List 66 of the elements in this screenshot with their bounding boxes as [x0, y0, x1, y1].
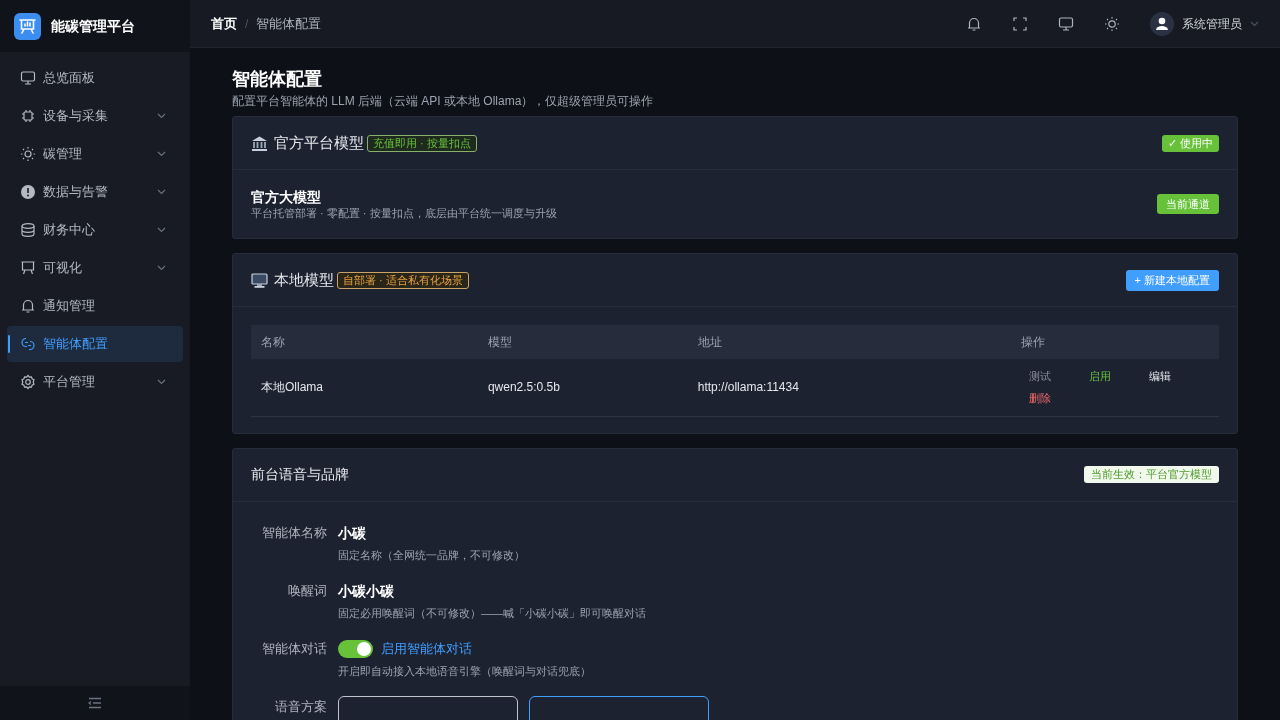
sun-icon [20, 146, 36, 162]
sidebar-item[interactable]: 可视化 [7, 250, 183, 286]
warning-icon [20, 184, 36, 200]
sidebar-item[interactable]: 数据与告警 [7, 174, 183, 210]
bank-icon [251, 134, 268, 152]
monitor-icon [20, 70, 36, 86]
field-value: 小碳小碳 [338, 581, 395, 601]
bell-icon[interactable] [966, 15, 982, 32]
sun-icon[interactable] [1104, 15, 1120, 32]
fullscreen-icon[interactable] [1012, 15, 1028, 32]
model-description: 平台托管部署 · 零配置 · 按量扣点，底层由平台统一调度与升级 [251, 206, 557, 220]
bell-icon [20, 298, 36, 314]
action-link[interactable]: 启用 [1089, 368, 1111, 385]
card-title: 本地模型 [274, 269, 334, 290]
user-name[interactable]: 系统管理员 [1182, 14, 1242, 33]
action-link[interactable]: 测试 [1029, 368, 1051, 385]
column-header: 模型 [477, 325, 688, 359]
table-cell: 本地Ollama [251, 359, 478, 416]
sidebar-item[interactable]: 智能体配置 [7, 326, 183, 362]
action-link[interactable]: 编辑 [1149, 368, 1171, 385]
sidebar-item[interactable]: 财务中心 [7, 212, 183, 248]
sidebar-item[interactable]: 碳管理 [7, 136, 183, 172]
sidebar-item[interactable]: 设备与采集 [7, 98, 183, 134]
logo-icon [14, 12, 41, 40]
database-icon [20, 222, 36, 238]
field-label: 语音方案 [274, 697, 327, 716]
status-badge: 当前生效：平台官方模型 [1084, 466, 1219, 483]
field-label: 唤醒词 [287, 581, 327, 600]
table-cell: http://ollama:11434 [687, 359, 1011, 416]
action-link[interactable]: 删除 [1029, 389, 1051, 407]
chip-icon [20, 108, 36, 124]
monitor-icon[interactable] [1058, 15, 1074, 32]
card-tag: 充值即用 · 按量扣点 [367, 134, 477, 152]
field-hint: 固定必用唤醒词（不可修改）——喊「小碳小碳」即可唤醒对话 [338, 605, 646, 620]
column-header: 操作 [1011, 325, 1219, 359]
avatar-icon[interactable] [1150, 11, 1174, 36]
table-cell: qwen2.5:0.5b [477, 359, 688, 416]
desktop-icon [251, 271, 268, 289]
status-badge: ✓ 使用中 [1161, 134, 1219, 152]
easel-icon [20, 260, 36, 276]
toggle-switch[interactable] [338, 639, 373, 658]
breadcrumb-item[interactable]: 首页 [211, 13, 237, 34]
card-tag: 自部署 · 适合私有化场景 [337, 271, 469, 289]
sidebar-item[interactable]: 平台管理 [7, 364, 183, 400]
column-header: 地址 [687, 325, 1011, 359]
breadcrumb-separator: / [245, 15, 249, 33]
column-header: 名称 [251, 325, 478, 359]
field-value: 小碳 [338, 523, 367, 543]
sidebar-item[interactable]: 总览面板 [7, 60, 183, 96]
toggle-label: 启用智能体对话 [381, 639, 472, 658]
field-label: 智能体名称 [261, 523, 327, 542]
chat-icon [20, 336, 36, 352]
gear-icon [20, 374, 36, 390]
page-title: 智能体配置 [232, 68, 323, 91]
field-hint: 固定名称（全网统一品牌，不可修改） [338, 547, 525, 562]
card-title: 官方平台模型 [274, 132, 364, 153]
sidebar-item[interactable]: 通知管理 [7, 288, 183, 324]
field-hint: 开启即自动接入本地语音引擎（唤醒词与对话兜底） [338, 663, 591, 678]
breadcrumb-item[interactable]: 智能体配置 [256, 13, 322, 34]
model-name: 官方大模型 [251, 188, 322, 206]
card-title: 前台语音与品牌 [251, 465, 349, 484]
field-label: 智能体对话 [261, 639, 327, 658]
collapse-icon[interactable] [88, 697, 102, 709]
channel-badge: 当前通道 [1157, 194, 1219, 214]
page-subtitle: 配置平台智能体的 LLM 后端（云端 API 或本地 Ollama），仅超级管理员可操作 [232, 93, 655, 109]
app-name: 能碳管理平台 [51, 16, 135, 36]
